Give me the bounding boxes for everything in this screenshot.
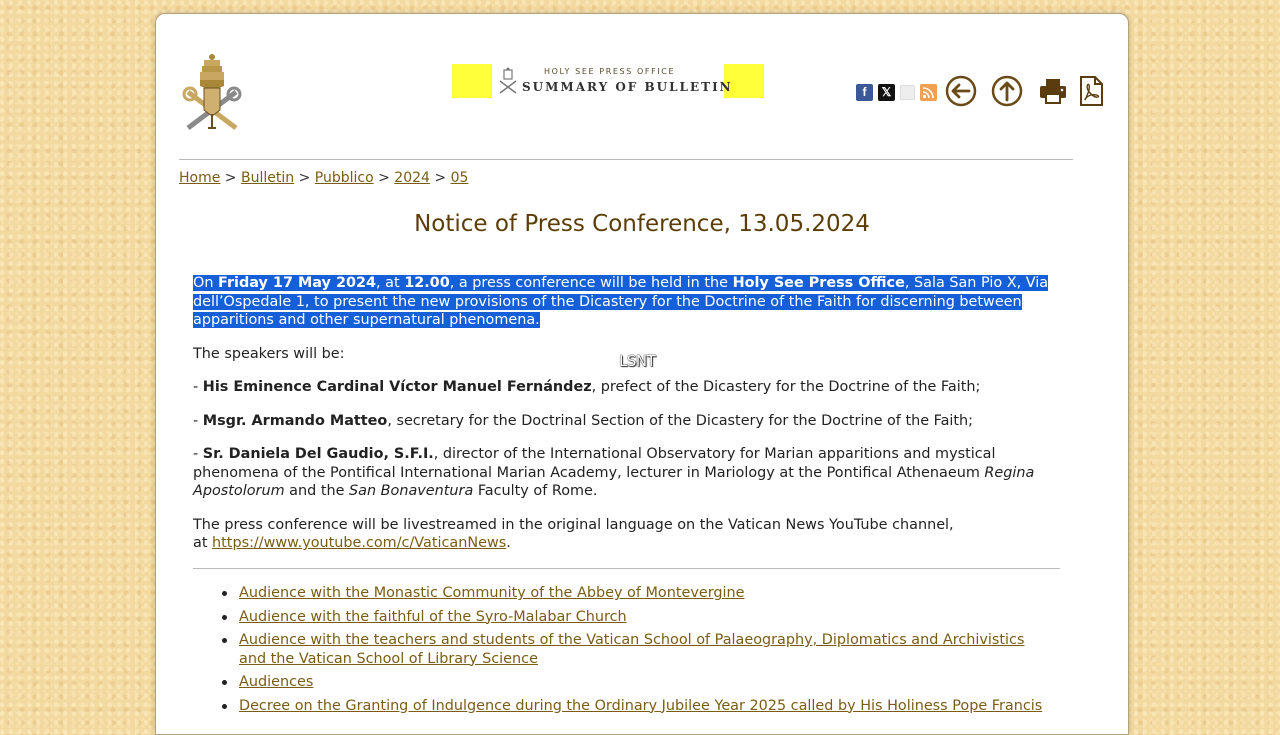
breadcrumb-pubblico[interactable]: Pubblico — [315, 170, 374, 186]
share-icon[interactable] — [900, 84, 915, 100]
facebook-icon[interactable]: f — [856, 83, 873, 101]
livestream-paragraph: The press conference will be livestreame… — [193, 516, 1053, 553]
breadcrumb-home[interactable]: Home — [179, 170, 220, 186]
speaker-role: , secretary for the Doctrinal Section of… — [387, 412, 974, 429]
speaker-dash: - — [193, 446, 203, 462]
list-item: Audience with the faithful of the Syro-M… — [219, 608, 1049, 627]
back-arrow-icon[interactable] — [944, 74, 978, 108]
livestream-text: The press conference will be livestreame… — [193, 516, 954, 533]
breadcrumb-separator: > — [378, 170, 390, 186]
related-bulletins-list: Audience with the Monastic Community of … — [219, 584, 1049, 720]
up-arrow-icon[interactable] — [990, 74, 1024, 108]
speaker-dash: - — [193, 379, 203, 395]
papal-coat-of-arms-logo[interactable] — [178, 52, 246, 136]
speaker-role: , prefect of the Dicastery for the Doctr… — [591, 379, 981, 395]
livestream-text: at — [193, 535, 213, 551]
pdf-icon[interactable] — [1074, 74, 1108, 108]
page-header: HOLY SEE PRESS OFFICE SUMMARY OF BULLETI… — [156, 14, 1128, 154]
breadcrumb-separator: > — [298, 170, 311, 186]
speaker-name: Sr. Daniela Del Gaudio, S.F.I. — [202, 446, 434, 462]
breadcrumb-separator: > — [224, 170, 237, 186]
bulletin-page: HOLY SEE PRESS OFFICE SUMMARY OF BULLETI… — [155, 13, 1129, 735]
intro-text: , a press conference will be held in the — [449, 275, 733, 291]
social-share-bar: f 𝕏 — [856, 82, 937, 102]
page-title: Notice of Press Conference, 13.05.2024 — [414, 211, 870, 237]
highlight-left — [452, 64, 492, 98]
banner-summary-label: SUMMARY OF BULLETIN — [522, 80, 733, 94]
breadcrumb-bulletin[interactable]: Bulletin — [241, 170, 294, 186]
list-item: Audience with the teachers and students … — [219, 631, 1049, 668]
content-divider — [193, 568, 1060, 569]
livestream-text: . — [506, 535, 511, 551]
article-body: On Friday 17 May 2024, at 12.00, a press… — [193, 274, 1053, 553]
related-link[interactable]: Audience with the faithful of the Syro-M… — [239, 609, 627, 625]
speaker-dash: - — [193, 412, 203, 429]
rss-icon[interactable] — [920, 83, 937, 101]
selected-text[interactable]: On Friday 17 May 2024, at 12.00, a press… — [193, 275, 1049, 328]
related-link[interactable]: Decree on the Granting of Indulgence dur… — [239, 698, 1042, 714]
breadcrumb-year[interactable]: 2024 — [394, 170, 430, 186]
speaker-2: - Msgr. Armando Matteo, secretary for th… — [193, 412, 1053, 431]
list-item: Decree on the Granting of Indulgence dur… — [219, 697, 1049, 716]
list-item: Audience with the Monastic Community of … — [219, 584, 1049, 603]
bulletin-banner[interactable]: HOLY SEE PRESS OFFICE SUMMARY OF BULLETI… — [452, 64, 764, 98]
breadcrumb: Home > Bulletin > Pubblico > 2024 > 05 — [179, 170, 468, 186]
breadcrumb-separator: > — [434, 170, 447, 186]
intro-venue: Holy See Press Office — [732, 275, 905, 291]
watermark: LSNT — [619, 352, 656, 370]
intro-text: , at — [376, 275, 405, 291]
speaker-role: and the — [284, 483, 350, 499]
intro-paragraph[interactable]: On Friday 17 May 2024, at 12.00, a press… — [193, 274, 1053, 330]
related-link[interactable]: Audience with the Monastic Community of … — [239, 585, 744, 601]
print-icon[interactable] — [1036, 74, 1070, 108]
intro-time: 12.00 — [404, 275, 450, 291]
speaker-name: His Eminence Cardinal Víctor Manuel Fern… — [202, 379, 592, 395]
speaker-1: - His Eminence Cardinal Víctor Manuel Fe… — [193, 378, 1053, 397]
x-twitter-icon[interactable]: 𝕏 — [878, 83, 895, 101]
related-link[interactable]: Audience with the teachers and students … — [239, 632, 1024, 667]
banner-press-office-label: HOLY SEE PRESS OFFICE — [544, 67, 676, 76]
header-divider — [179, 159, 1073, 160]
youtube-channel-link[interactable]: https://www.youtube.com/c/VaticanNews — [212, 535, 506, 551]
tiara-emblem-icon — [499, 67, 517, 94]
list-item: Audiences — [219, 673, 1049, 692]
intro-text: On — [193, 275, 219, 291]
speaker-institution: San Bonaventura — [349, 483, 474, 499]
speaker-3: - Sr. Daniela Del Gaudio, S.F.I., direct… — [193, 445, 1053, 501]
intro-date: Friday 17 May 2024 — [218, 275, 376, 291]
related-link[interactable]: Audiences — [239, 674, 313, 690]
speaker-role: Faculty of Rome. — [473, 483, 598, 499]
speaker-name: Msgr. Armando Matteo — [202, 412, 388, 429]
breadcrumb-month[interactable]: 05 — [451, 170, 469, 186]
